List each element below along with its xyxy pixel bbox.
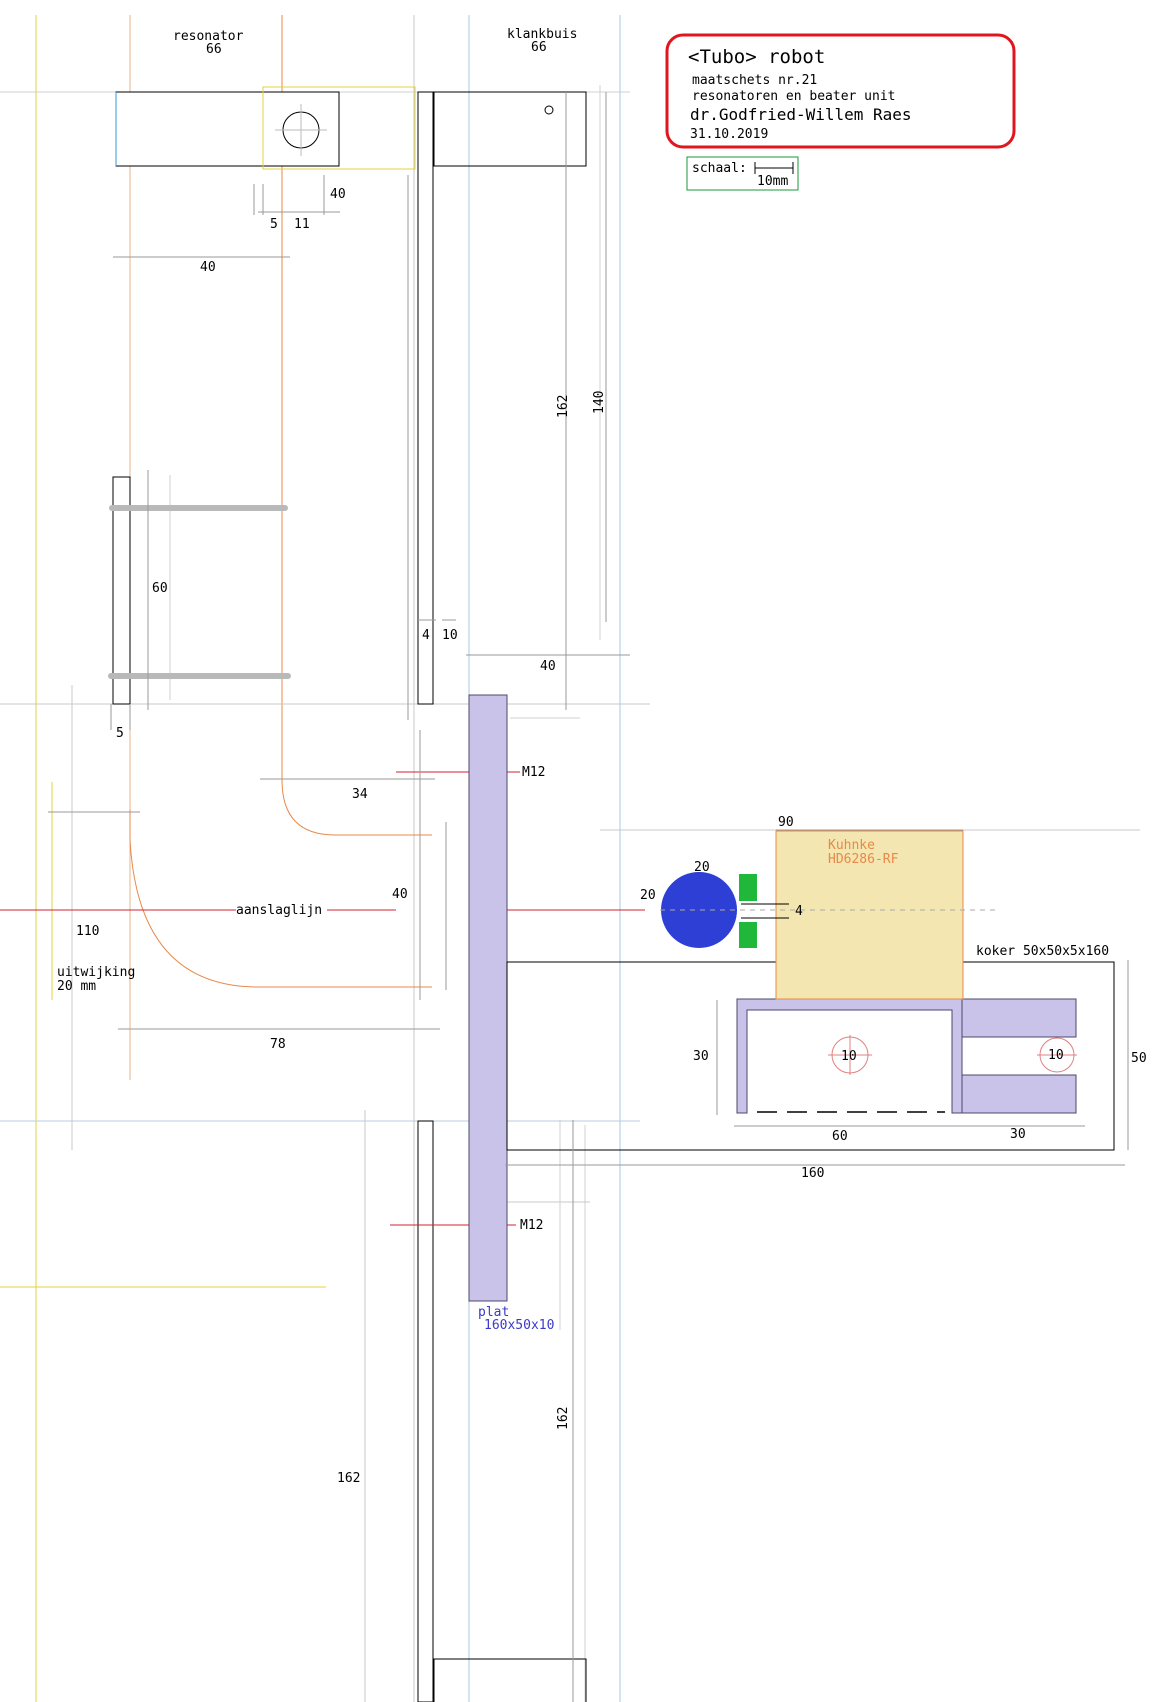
plat-size: 160x50x10 (484, 1318, 554, 1333)
dim-40-top: 40 (330, 187, 346, 202)
dim-162-top: 162 (556, 395, 571, 418)
dim-10-wall: 10 (442, 628, 458, 643)
drawing-date: 31.10.2019 (690, 127, 768, 142)
drawing-title: <Tubo> robot (688, 46, 825, 68)
drawing-subject: resonatoren en beater unit (692, 89, 896, 104)
dim-5-bracket: 5 (116, 726, 124, 741)
dim-60-koker: 60 (832, 1129, 848, 1144)
scale-label: schaal: (692, 161, 747, 176)
dim-4-shaft: 4 (795, 904, 803, 919)
dim-10-hole-a: 10 (841, 1049, 857, 1064)
aanslaglijn-label: aanslaglijn (236, 903, 322, 918)
koker-label: koker 50x50x5x160 (976, 944, 1109, 959)
author: dr.Godfried-Willem Raes (690, 105, 912, 124)
red-axes (0, 771, 645, 1226)
green-block-lower (739, 922, 757, 948)
plate (468, 694, 508, 1302)
sketch-number: maatschets nr.21 (692, 73, 817, 88)
resonator-bend (129, 779, 432, 988)
resonator-width: 66 (206, 42, 222, 57)
dim-34: 34 (352, 787, 368, 802)
uitwijking-label: uitwijking (57, 965, 135, 980)
dim-162-mid: 162 (556, 1407, 571, 1430)
klankbuis-width: 66 (531, 40, 547, 55)
dim-20-beater-top: 20 (694, 860, 710, 875)
scale-box: schaal: 10mm (686, 156, 799, 191)
dim-20-beater-left: 20 (640, 888, 656, 903)
dim-11: 11 (294, 217, 310, 232)
title-block: <Tubo> robot maatschets nr.21 resonatore… (665, 33, 1016, 149)
dim-50: 50 (1131, 1051, 1147, 1066)
technical-drawing: <Tubo> robot maatschets nr.21 resonatore… (0, 15, 1147, 1702)
green-block-upper (739, 874, 757, 901)
dim-110: 110 (76, 924, 99, 939)
scale-value: 10mm (757, 174, 788, 189)
kuhnke-label: Kuhnke (828, 838, 875, 853)
dim-162-low: 162 (337, 1471, 360, 1486)
uitwijking-value: 20 mm (57, 979, 96, 994)
dim-160: 160 (801, 1166, 824, 1181)
dim-10-hole-b: 10 (1048, 1048, 1064, 1063)
dim-30-right: 30 (1010, 1127, 1026, 1142)
dim-40-bend: 40 (392, 887, 408, 902)
resonator-bracket (108, 476, 291, 705)
klankbuis-top-section (433, 91, 587, 167)
dim-60: 60 (152, 581, 168, 596)
dimension-lines (48, 92, 1129, 1702)
dim-140: 140 (592, 391, 607, 414)
dim-5-top: 5 (270, 217, 278, 232)
resonator-top-section (115, 86, 416, 170)
guide-lines (0, 15, 1140, 1702)
koker-section (736, 998, 1077, 1114)
dim-4: 4 (422, 628, 430, 643)
m12-bottom-label: M12 (520, 1218, 543, 1233)
m12-top-label: M12 (522, 765, 545, 780)
kuhnke-type: HD6286-RF (828, 852, 899, 867)
dim-30-left: 30 (693, 1049, 709, 1064)
dim-40-wall: 40 (540, 659, 556, 674)
dim-40-resonator: 40 (200, 260, 216, 275)
dim-90: 90 (778, 815, 794, 830)
dim-78: 78 (270, 1037, 286, 1052)
